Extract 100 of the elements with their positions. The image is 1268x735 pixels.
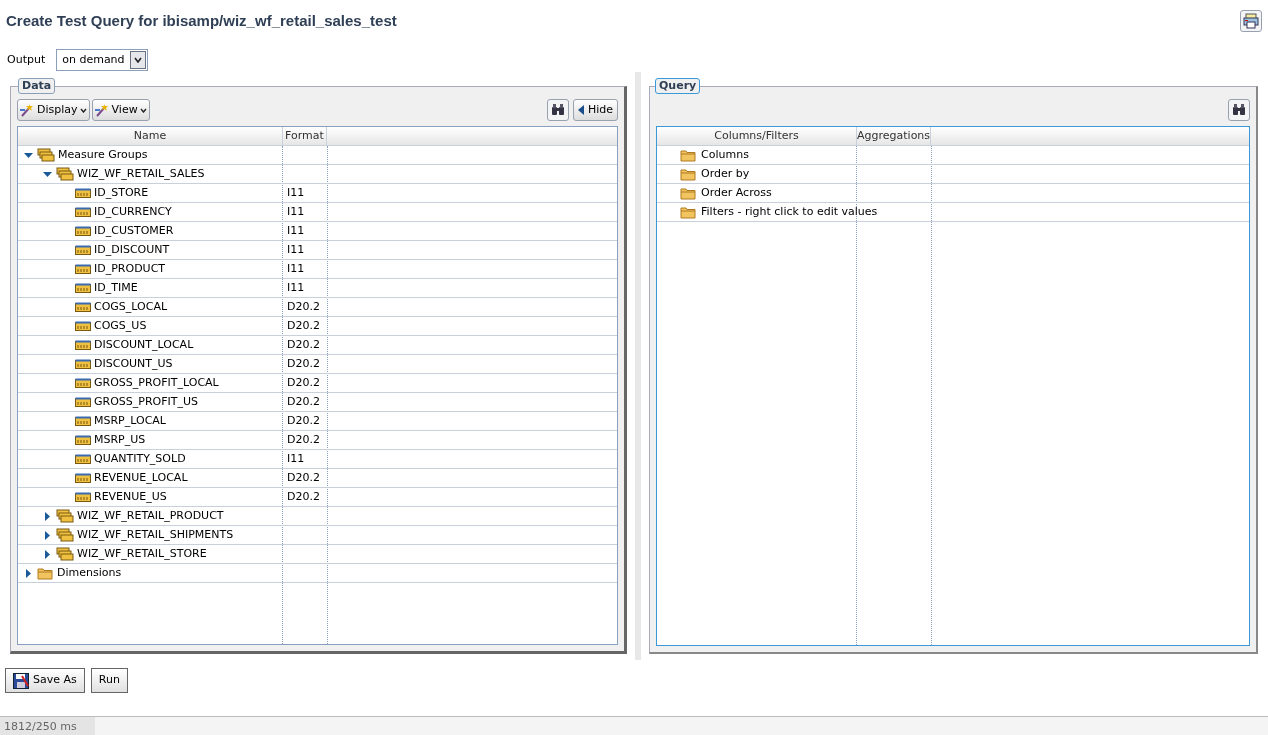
chevron-down-icon bbox=[139, 107, 147, 113]
tree-item[interactable]: MSRP_US bbox=[94, 431, 146, 449]
expanded-arrow-icon[interactable] bbox=[43, 169, 52, 179]
field-icon bbox=[75, 264, 91, 274]
folder-icon bbox=[680, 205, 697, 219]
tree-item[interactable]: REVENUE_LOCAL bbox=[94, 469, 188, 487]
chevron-down-icon bbox=[79, 107, 87, 113]
folder-icon bbox=[37, 566, 54, 580]
status-text: 1812/250 ms bbox=[0, 717, 95, 735]
field-icon bbox=[75, 321, 91, 331]
query-item[interactable]: Order by bbox=[701, 165, 750, 183]
format-cell-text: I11 bbox=[287, 450, 305, 467]
search-button[interactable] bbox=[1228, 99, 1250, 121]
field-icon bbox=[75, 226, 91, 236]
tree-item[interactable]: WIZ_WF_RETAIL_SALES bbox=[77, 165, 205, 183]
folder-icon bbox=[680, 186, 697, 200]
format-cell-text: D20.2 bbox=[287, 431, 320, 448]
wand-icon bbox=[94, 103, 110, 117]
format-cell-text: I11 bbox=[287, 184, 305, 201]
tree-item[interactable]: WIZ_WF_RETAIL_STORE bbox=[77, 545, 207, 563]
tree-item[interactable]: REVENUE_US bbox=[94, 488, 167, 506]
format-cell-text: D20.2 bbox=[287, 355, 320, 372]
format-cell-text: D20.2 bbox=[287, 336, 320, 353]
save-as-button[interactable]: Save As bbox=[5, 668, 85, 693]
column-header[interactable]: Aggregations bbox=[857, 127, 931, 145]
field-icon bbox=[75, 454, 91, 464]
collapsed-arrow-icon[interactable] bbox=[43, 511, 52, 521]
panel-legend: Data bbox=[18, 78, 56, 94]
query-item[interactable]: Filters - right click to edit values bbox=[701, 203, 878, 221]
format-cell-text: D20.2 bbox=[287, 488, 320, 505]
collapsed-arrow-icon[interactable] bbox=[24, 568, 33, 578]
tree-item[interactable]: ID_DISCOUNT bbox=[94, 241, 170, 259]
format-cell-text: I11 bbox=[287, 203, 305, 220]
binoculars-icon bbox=[1232, 104, 1246, 116]
folder-icon bbox=[680, 167, 697, 181]
column-header[interactable]: Name bbox=[18, 127, 283, 145]
tree-item[interactable]: ID_TIME bbox=[94, 279, 138, 297]
tree-item[interactable]: ID_STORE bbox=[94, 184, 149, 202]
stacked-table-icon bbox=[56, 528, 74, 542]
field-icon bbox=[75, 397, 91, 407]
stacked-table-icon bbox=[56, 509, 74, 523]
stacked-table-icon bbox=[37, 148, 55, 162]
tree-item[interactable]: Dimensions bbox=[57, 564, 122, 582]
tree-item[interactable]: DISCOUNT_LOCAL bbox=[94, 336, 194, 354]
tree-item[interactable]: WIZ_WF_RETAIL_SHIPMENTS bbox=[77, 526, 234, 544]
collapsed-arrow-icon[interactable] bbox=[43, 549, 52, 559]
folder-icon bbox=[680, 148, 697, 162]
expanded-arrow-icon[interactable] bbox=[24, 150, 33, 160]
format-cell-text: I11 bbox=[287, 222, 305, 239]
field-icon bbox=[75, 435, 91, 445]
tree-item[interactable]: GROSS_PROFIT_US bbox=[94, 393, 199, 411]
query-item[interactable]: Columns bbox=[701, 146, 749, 164]
toolbar-menu-button[interactable]: View bbox=[91, 99, 150, 121]
format-cell-text: I11 bbox=[287, 241, 305, 258]
format-cell-text: D20.2 bbox=[287, 393, 320, 410]
format-cell-text: I11 bbox=[287, 260, 305, 277]
wand-icon bbox=[20, 103, 35, 117]
tree-item[interactable]: ID_CURRENCY bbox=[94, 203, 172, 221]
collapsed-arrow-icon[interactable] bbox=[43, 530, 52, 540]
format-cell-text: I11 bbox=[287, 279, 305, 296]
tree-item[interactable]: GROSS_PROFIT_LOCAL bbox=[94, 374, 219, 392]
column-header[interactable]: Format bbox=[283, 127, 327, 145]
field-icon bbox=[75, 340, 91, 350]
toolbar-menu-button[interactable]: Display bbox=[17, 99, 90, 121]
tree-item[interactable]: COGS_LOCAL bbox=[94, 298, 168, 316]
field-icon bbox=[75, 283, 91, 293]
field-icon bbox=[75, 492, 91, 502]
field-icon bbox=[75, 188, 91, 198]
tree-item[interactable]: ID_PRODUCT bbox=[94, 260, 166, 278]
field-icon bbox=[75, 359, 91, 369]
tree-item[interactable]: QUANTITY_SOLD bbox=[94, 450, 186, 468]
binoculars-icon bbox=[550, 104, 565, 116]
field-icon bbox=[75, 245, 91, 255]
tree-item[interactable]: ID_CUSTOMER bbox=[94, 222, 174, 240]
field-icon bbox=[75, 207, 91, 217]
tree-item[interactable]: COGS_US bbox=[94, 317, 147, 335]
chevron-down-icon bbox=[134, 57, 143, 63]
page-title: Create Test Query for ibisamp/wiz_wf_retail_sales_test bbox=[6, 10, 397, 31]
format-cell-text: D20.2 bbox=[287, 469, 320, 486]
tree-item[interactable]: Measure Groups bbox=[58, 146, 148, 164]
hide-button[interactable]: Hide bbox=[572, 99, 618, 121]
field-icon bbox=[75, 416, 91, 426]
print-button[interactable] bbox=[1240, 10, 1262, 32]
format-cell-text: D20.2 bbox=[287, 298, 320, 315]
field-icon bbox=[75, 473, 91, 483]
field-icon bbox=[75, 378, 91, 388]
output-label: Output bbox=[7, 51, 46, 68]
format-cell-text: D20.2 bbox=[287, 317, 320, 334]
output-dropdown[interactable]: on demand bbox=[56, 49, 149, 71]
printer-icon bbox=[1243, 13, 1259, 29]
tree-item[interactable]: WIZ_WF_RETAIL_PRODUCT bbox=[77, 507, 224, 525]
field-icon bbox=[75, 302, 91, 312]
format-cell-text: D20.2 bbox=[287, 412, 320, 429]
tree-item[interactable]: DISCOUNT_US bbox=[94, 355, 173, 373]
column-header[interactable]: Columns/Filters bbox=[657, 127, 857, 145]
query-item[interactable]: Order Across bbox=[701, 184, 772, 202]
search-button[interactable] bbox=[546, 99, 569, 121]
run-button[interactable]: Run bbox=[90, 668, 128, 693]
format-cell-text: D20.2 bbox=[287, 374, 320, 391]
tree-item[interactable]: MSRP_LOCAL bbox=[94, 412, 166, 430]
